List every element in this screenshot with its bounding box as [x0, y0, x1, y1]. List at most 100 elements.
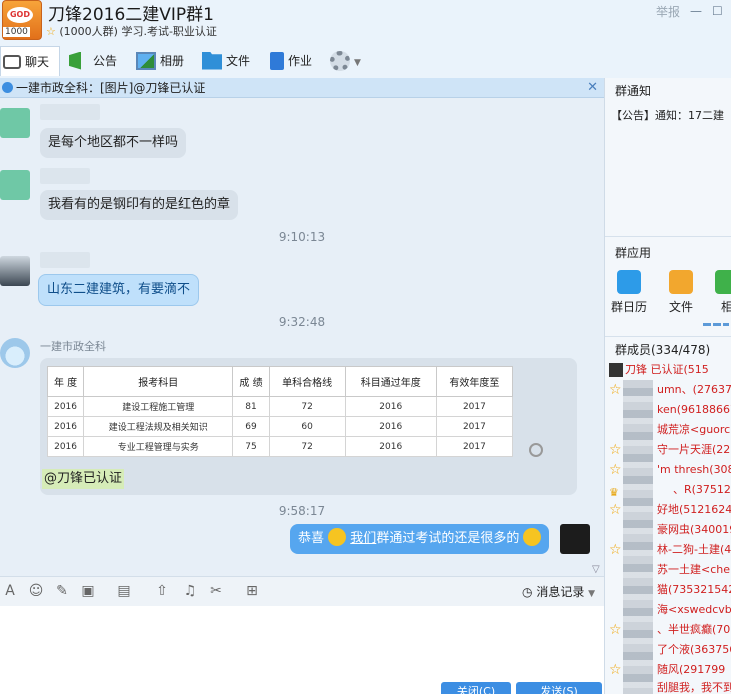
report-link[interactable]: 举报: [656, 3, 680, 20]
avatar[interactable]: [0, 338, 30, 368]
tab-homework[interactable]: 作业: [268, 46, 328, 76]
member-item[interactable]: ken(961886672: [609, 400, 731, 420]
close-icon[interactable]: ✕: [587, 78, 598, 98]
music-icon[interactable]: ♫: [182, 583, 198, 599]
member-item[interactable]: 苏一土建<cher: [609, 560, 731, 580]
member-item[interactable]: 城荒凉<guorch: [609, 420, 731, 440]
member-item[interactable]: ☆ 好地(51216246: [609, 500, 731, 520]
member-item[interactable]: ☆ 林-二狗-土建(4: [609, 540, 731, 560]
table-cell: 2017: [435, 416, 514, 437]
table-row: 2016 专业工程管理与实务 75 72 2016 2017: [46, 436, 514, 457]
album-icon: [715, 270, 731, 294]
tab-chat-label: 聊天: [25, 55, 50, 69]
group-notice-text[interactable]: 【公告】通知：17二建: [611, 107, 724, 123]
table-cell: 81: [232, 396, 270, 417]
star-icon: ☆: [609, 442, 622, 458]
avatar[interactable]: [0, 108, 30, 138]
tab-album[interactable]: 相册: [134, 46, 194, 76]
minimize-icon[interactable]: —: [690, 4, 702, 18]
shake-icon[interactable]: ▣: [80, 583, 96, 599]
announcement-bar[interactable]: 一建市政全科：[图片]@刀锋已认证 ✕: [0, 78, 604, 98]
chevron-down-icon: ▼: [354, 58, 361, 68]
app-album[interactable]: 相: [709, 270, 731, 315]
message-bubble[interactable]: 我看有的是钢印有的是红色的章: [40, 190, 239, 220]
table-cell: 75: [232, 436, 270, 457]
tab-files[interactable]: 文件: [200, 46, 260, 76]
table-cell: 60: [268, 416, 346, 437]
message-bubble[interactable]: 山东二建建筑，有要滴不: [38, 274, 200, 306]
member-badge: [609, 643, 623, 657]
member-name: 刀锋 已认证(515: [625, 363, 709, 376]
member-item[interactable]: ♛ 、R(375125: [609, 480, 731, 500]
member-item[interactable]: 刀锋 已认证(515: [609, 360, 731, 380]
sender-name-blurred: [40, 168, 90, 184]
my-message-bubble[interactable]: 恭喜 我们群通过考试的还是很多的: [290, 524, 550, 554]
member-item[interactable]: 了个液(363756: [609, 640, 731, 660]
magic-wand-icon[interactable]: ✎: [54, 583, 70, 599]
table-cell: 2016: [344, 416, 437, 437]
announcement-text: 一建市政全科：[图片]@刀锋已认证: [16, 81, 206, 95]
tab-chat[interactable]: 聊天: [0, 46, 60, 76]
table-cell: 69: [232, 416, 270, 437]
image-icon[interactable]: ▤: [116, 583, 132, 599]
timestamp: 9:10:13: [278, 230, 326, 244]
app-label: 群日历: [611, 300, 648, 314]
group-subtitle: ☆ (1000人群) 学习.考试-职业认证: [46, 23, 217, 39]
member-item[interactable]: 豪网虫(340019: [609, 520, 731, 540]
message-input[interactable]: [0, 606, 604, 694]
chat-history[interactable]: 是每个地区都不一样吗 我看有的是钢印有的是红色的章 9:10:13 山东二建建筑…: [0, 98, 604, 576]
crown-icon: ♛: [609, 486, 619, 499]
avatar[interactable]: [0, 256, 30, 286]
message-text: 群通过考试的还是很多的: [376, 531, 520, 546]
member-item[interactable]: ☆ 守一片天涯(22: [609, 440, 731, 460]
table-cell: 2016: [46, 436, 85, 457]
avatar[interactable]: [0, 170, 30, 200]
calendar-icon: [617, 270, 641, 294]
message-link[interactable]: 我们: [350, 531, 376, 546]
app-label: 相: [721, 300, 731, 314]
message-history-button[interactable]: ◷ 消息记录 ▼: [522, 583, 595, 600]
member-name: 苏一土建<cher: [657, 563, 731, 576]
my-avatar[interactable]: [560, 524, 590, 554]
tab-notice[interactable]: 公告: [67, 46, 127, 76]
chat-icon: [3, 54, 21, 69]
member-item[interactable]: ☆ 、半世疯癫(70: [609, 620, 731, 640]
app-calendar[interactable]: 群日历: [611, 270, 647, 315]
group-avatar[interactable]: GOD 1000: [2, 0, 42, 40]
mention-tag[interactable]: @刀锋已认证: [42, 469, 125, 489]
member-name: 豪网虫(340019: [657, 523, 731, 536]
album-icon: [136, 51, 156, 70]
table-cell: 2016: [46, 416, 85, 437]
member-item[interactable]: ☆ 'm thresh(30810: [609, 460, 731, 480]
member-name: 随风(291799: [657, 663, 726, 676]
settings-menu[interactable]: ▼: [328, 46, 368, 76]
send-button[interactable]: 发送(S): [516, 682, 602, 694]
member-item[interactable]: 海<xswedcvb@: [609, 600, 731, 620]
zoom-in-icon[interactable]: [529, 443, 543, 457]
member-item[interactable]: ☆ umn、(276379: [609, 380, 731, 400]
app-files[interactable]: 文件: [663, 270, 699, 315]
emoji-picker-icon[interactable]: ☺: [28, 583, 44, 599]
member-item[interactable]: ☆ 随风(291799: [609, 660, 731, 680]
scissors-icon[interactable]: ✂: [208, 583, 224, 599]
member-name: ken(961886672: [657, 403, 731, 416]
font-icon[interactable]: A: [2, 583, 18, 599]
image-message[interactable]: 年 度 报考科目 成 绩 单科合格线 科目通过年度 有效年度至 2016 建设工…: [40, 358, 577, 495]
member-badge: [609, 681, 623, 694]
member-badge: [609, 523, 623, 537]
member-name: 刮腿我，我不到: [657, 681, 731, 694]
upload-icon[interactable]: ⇧: [154, 583, 170, 599]
close-button[interactable]: 关闭(C): [441, 682, 511, 694]
member-item[interactable]: 刮腿我，我不到: [609, 678, 731, 694]
app-label: 文件: [668, 300, 693, 314]
table-cell: 2016: [46, 396, 85, 417]
scroll-down-icon[interactable]: ▽: [592, 564, 600, 575]
table-cell: 72: [268, 396, 346, 417]
message-bubble[interactable]: 是每个地区都不一样吗: [40, 128, 187, 158]
gear-icon: [330, 50, 350, 71]
member-item[interactable]: 猫(735321542): [609, 580, 731, 600]
more-icon[interactable]: ⊞: [244, 583, 260, 599]
member-name: 、R(375125: [673, 483, 731, 496]
avatar: [609, 363, 623, 377]
maximize-icon[interactable]: ☐: [712, 4, 723, 18]
